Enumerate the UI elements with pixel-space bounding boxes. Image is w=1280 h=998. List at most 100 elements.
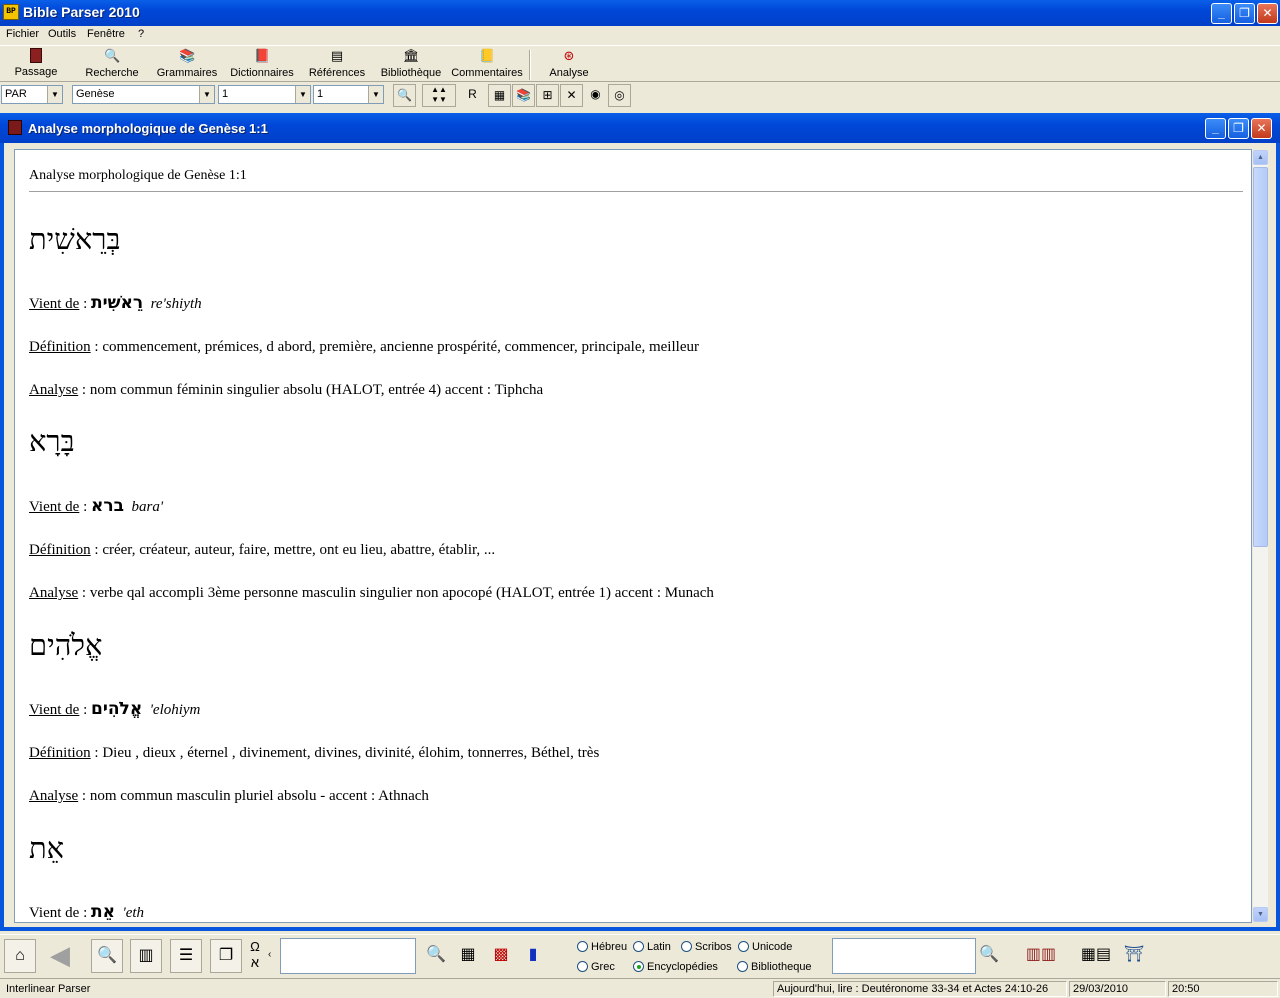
verse-spinner[interactable]: ▲▲ ▼▼ xyxy=(422,84,456,107)
search-icon: 🔍 xyxy=(979,946,999,963)
close-button[interactable]: ✕ xyxy=(1257,3,1278,24)
aleph-button[interactable]: א xyxy=(251,955,259,970)
menu-fichier[interactable]: Fichier xyxy=(6,28,39,40)
collapse-icon[interactable]: ‹ xyxy=(268,949,271,960)
book-icon xyxy=(30,48,42,63)
menu-help[interactable]: ? xyxy=(138,28,144,40)
dictionary-tools-button[interactable]: ▦▤ xyxy=(1072,939,1120,973)
audio-button[interactable]: ◉ xyxy=(584,84,607,107)
document-heading: Analyse morphologique de Genèse 1:1 xyxy=(29,168,247,183)
scroll-down-button[interactable]: ▼ xyxy=(1253,907,1268,922)
analyse-link[interactable]: Analyse xyxy=(29,382,78,398)
vient-de-link[interactable]: Vient de xyxy=(29,499,79,515)
recherche-button[interactable]: 🔍 Recherche xyxy=(82,48,142,82)
restore-button[interactable]: ❐ xyxy=(1234,3,1255,24)
status-date: 29/03/2010 xyxy=(1069,981,1166,997)
definition-link[interactable]: Définition xyxy=(29,745,91,761)
definition-line: Définition : Dieu , dieux , éternel , di… xyxy=(29,745,600,761)
menu-fenetre[interactable]: Fenêtre xyxy=(87,28,125,40)
temple-button[interactable]: ⛩ xyxy=(1121,939,1147,973)
main-toolbar: Passage 🔍 Recherche 📚 Grammaires 📕 Dicti… xyxy=(0,45,1280,82)
columns-icon: ▥ xyxy=(138,947,154,964)
radio-unicode[interactable]: Unicode xyxy=(738,941,792,953)
radio-bibliotheque[interactable]: Bibliotheque xyxy=(737,961,812,973)
vient-de-link[interactable]: Vient de xyxy=(29,905,79,921)
chevron-down-icon: ▼ xyxy=(199,86,214,103)
vient-de-line: Vient de : ברא bara' xyxy=(29,496,164,516)
title-bar[interactable]: BP Bible Parser 2010 _ ❐ ✕ xyxy=(0,0,1280,26)
chevron-down-icon: ▼ xyxy=(47,86,62,103)
zoom-button[interactable]: 🔍 xyxy=(91,939,123,973)
definition-link[interactable]: Définition xyxy=(29,339,91,355)
book-select[interactable]: Genèse ▼ xyxy=(72,85,215,104)
definition-link[interactable]: Définition xyxy=(29,542,91,558)
dictionary-tools-icon: ▦▤ xyxy=(1080,946,1112,963)
dictionnaires-button[interactable]: 📕 Dictionnaires xyxy=(228,48,296,82)
minimize-button[interactable]: _ xyxy=(1211,3,1232,24)
scroll-up-button[interactable]: ▲ xyxy=(1253,150,1268,165)
radio-encyclopedies[interactable]: Encyclopédies xyxy=(633,961,718,973)
analyse-link[interactable]: Analyse xyxy=(29,788,78,804)
scrollbar-thumb[interactable] xyxy=(1253,167,1268,547)
view-columns-button[interactable]: ▥ xyxy=(130,939,162,973)
verse-select[interactable]: 1 ▼ xyxy=(313,85,384,104)
grid-icon: ▦ xyxy=(460,946,476,963)
magnifier-icon: 🔍 xyxy=(97,947,117,964)
tree-button[interactable]: ⊞ xyxy=(536,84,559,107)
menu-outils[interactable]: Outils xyxy=(48,28,76,40)
commentaires-button[interactable]: 📒 Commentaires xyxy=(450,48,524,82)
media-button[interactable]: ◎ xyxy=(608,84,631,107)
home-button[interactable]: ⌂ xyxy=(4,939,36,973)
temple-icon: ⛩ xyxy=(1123,946,1145,963)
child-minimize-button[interactable]: _ xyxy=(1205,118,1226,139)
child-maximize-button[interactable]: ❐ xyxy=(1228,118,1249,139)
statistics-button[interactable]: ▮ xyxy=(519,939,547,973)
radio-dot xyxy=(633,941,644,952)
definition-line: Définition : commencement, prémices, d a… xyxy=(29,339,699,355)
interlinear-button[interactable]: ▦ xyxy=(488,84,511,107)
grid-tool-button[interactable]: ▦ xyxy=(454,939,482,973)
omega-button[interactable]: Ω xyxy=(250,939,260,954)
rows-icon: ☰ xyxy=(178,947,194,964)
tools-button[interactable]: ✕ xyxy=(560,84,583,107)
passage-button[interactable]: Passage xyxy=(10,48,62,82)
analysis-window: Analyse morphologique de Genèse 1:1 _ ❐ … xyxy=(0,113,1280,931)
analyse-line: Analyse : nom commun masculin pluriel ab… xyxy=(29,788,429,804)
chapter-select[interactable]: 1 ▼ xyxy=(218,85,311,104)
bookshelf-icon: ▥▥ xyxy=(1025,946,1057,963)
grammaires-button[interactable]: 📚 Grammaires xyxy=(155,48,219,82)
references-button[interactable]: ▤ Références xyxy=(306,48,368,82)
books-button[interactable]: 📚 xyxy=(512,84,535,107)
pattern-tool-button[interactable]: ▩ xyxy=(487,939,515,973)
root-word: אֱלֹהִים xyxy=(91,699,143,719)
library-icon: 🏛 xyxy=(403,48,420,63)
version-select[interactable]: PAR ▼ xyxy=(1,85,63,104)
vient-de-link[interactable]: Vient de xyxy=(29,702,79,718)
radio-scribos[interactable]: Scribos xyxy=(681,941,732,953)
go-search-button[interactable]: 🔍 xyxy=(393,84,416,107)
vient-de-link[interactable]: Vient de xyxy=(29,296,79,312)
radio-hebreu[interactable]: Hébreu xyxy=(577,941,627,953)
word-search-input[interactable] xyxy=(280,938,416,974)
bibliotheque-button[interactable]: 🏛 Bibliothèque xyxy=(379,48,443,82)
library-search-input[interactable] xyxy=(832,938,976,974)
vient-de-line: Vient de : אֱלֹהִים 'elohiym xyxy=(29,699,201,719)
view-windows-button[interactable]: ❐ xyxy=(210,939,242,973)
back-button[interactable]: ◀ xyxy=(44,939,76,973)
view-rows-button[interactable]: ☰ xyxy=(170,939,202,973)
search-icon: 🔍 xyxy=(104,48,121,63)
vertical-scrollbar[interactable]: ▲ ▼ xyxy=(1252,149,1269,923)
library-search-button[interactable]: 🔍 xyxy=(977,939,1001,973)
r-button[interactable]: R xyxy=(461,84,484,107)
bookshelf-button[interactable]: ▥▥ xyxy=(1016,939,1066,973)
commentary-icon: 📒 xyxy=(479,48,496,63)
analyse-link[interactable]: Analyse xyxy=(29,585,78,601)
word-search-button[interactable]: 🔍 xyxy=(424,939,448,973)
analyse-button[interactable]: ⊛ Analyse xyxy=(544,48,594,82)
analysis-icon: ⊛ xyxy=(563,48,575,63)
dictionary-icon: 📕 xyxy=(254,48,271,63)
child-close-button[interactable]: ✕ xyxy=(1251,118,1272,139)
radio-grec[interactable]: Grec xyxy=(577,961,615,973)
analysis-window-title-bar[interactable]: Analyse morphologique de Genèse 1:1 _ ❐ … xyxy=(0,113,1280,143)
radio-latin[interactable]: Latin xyxy=(633,941,671,953)
